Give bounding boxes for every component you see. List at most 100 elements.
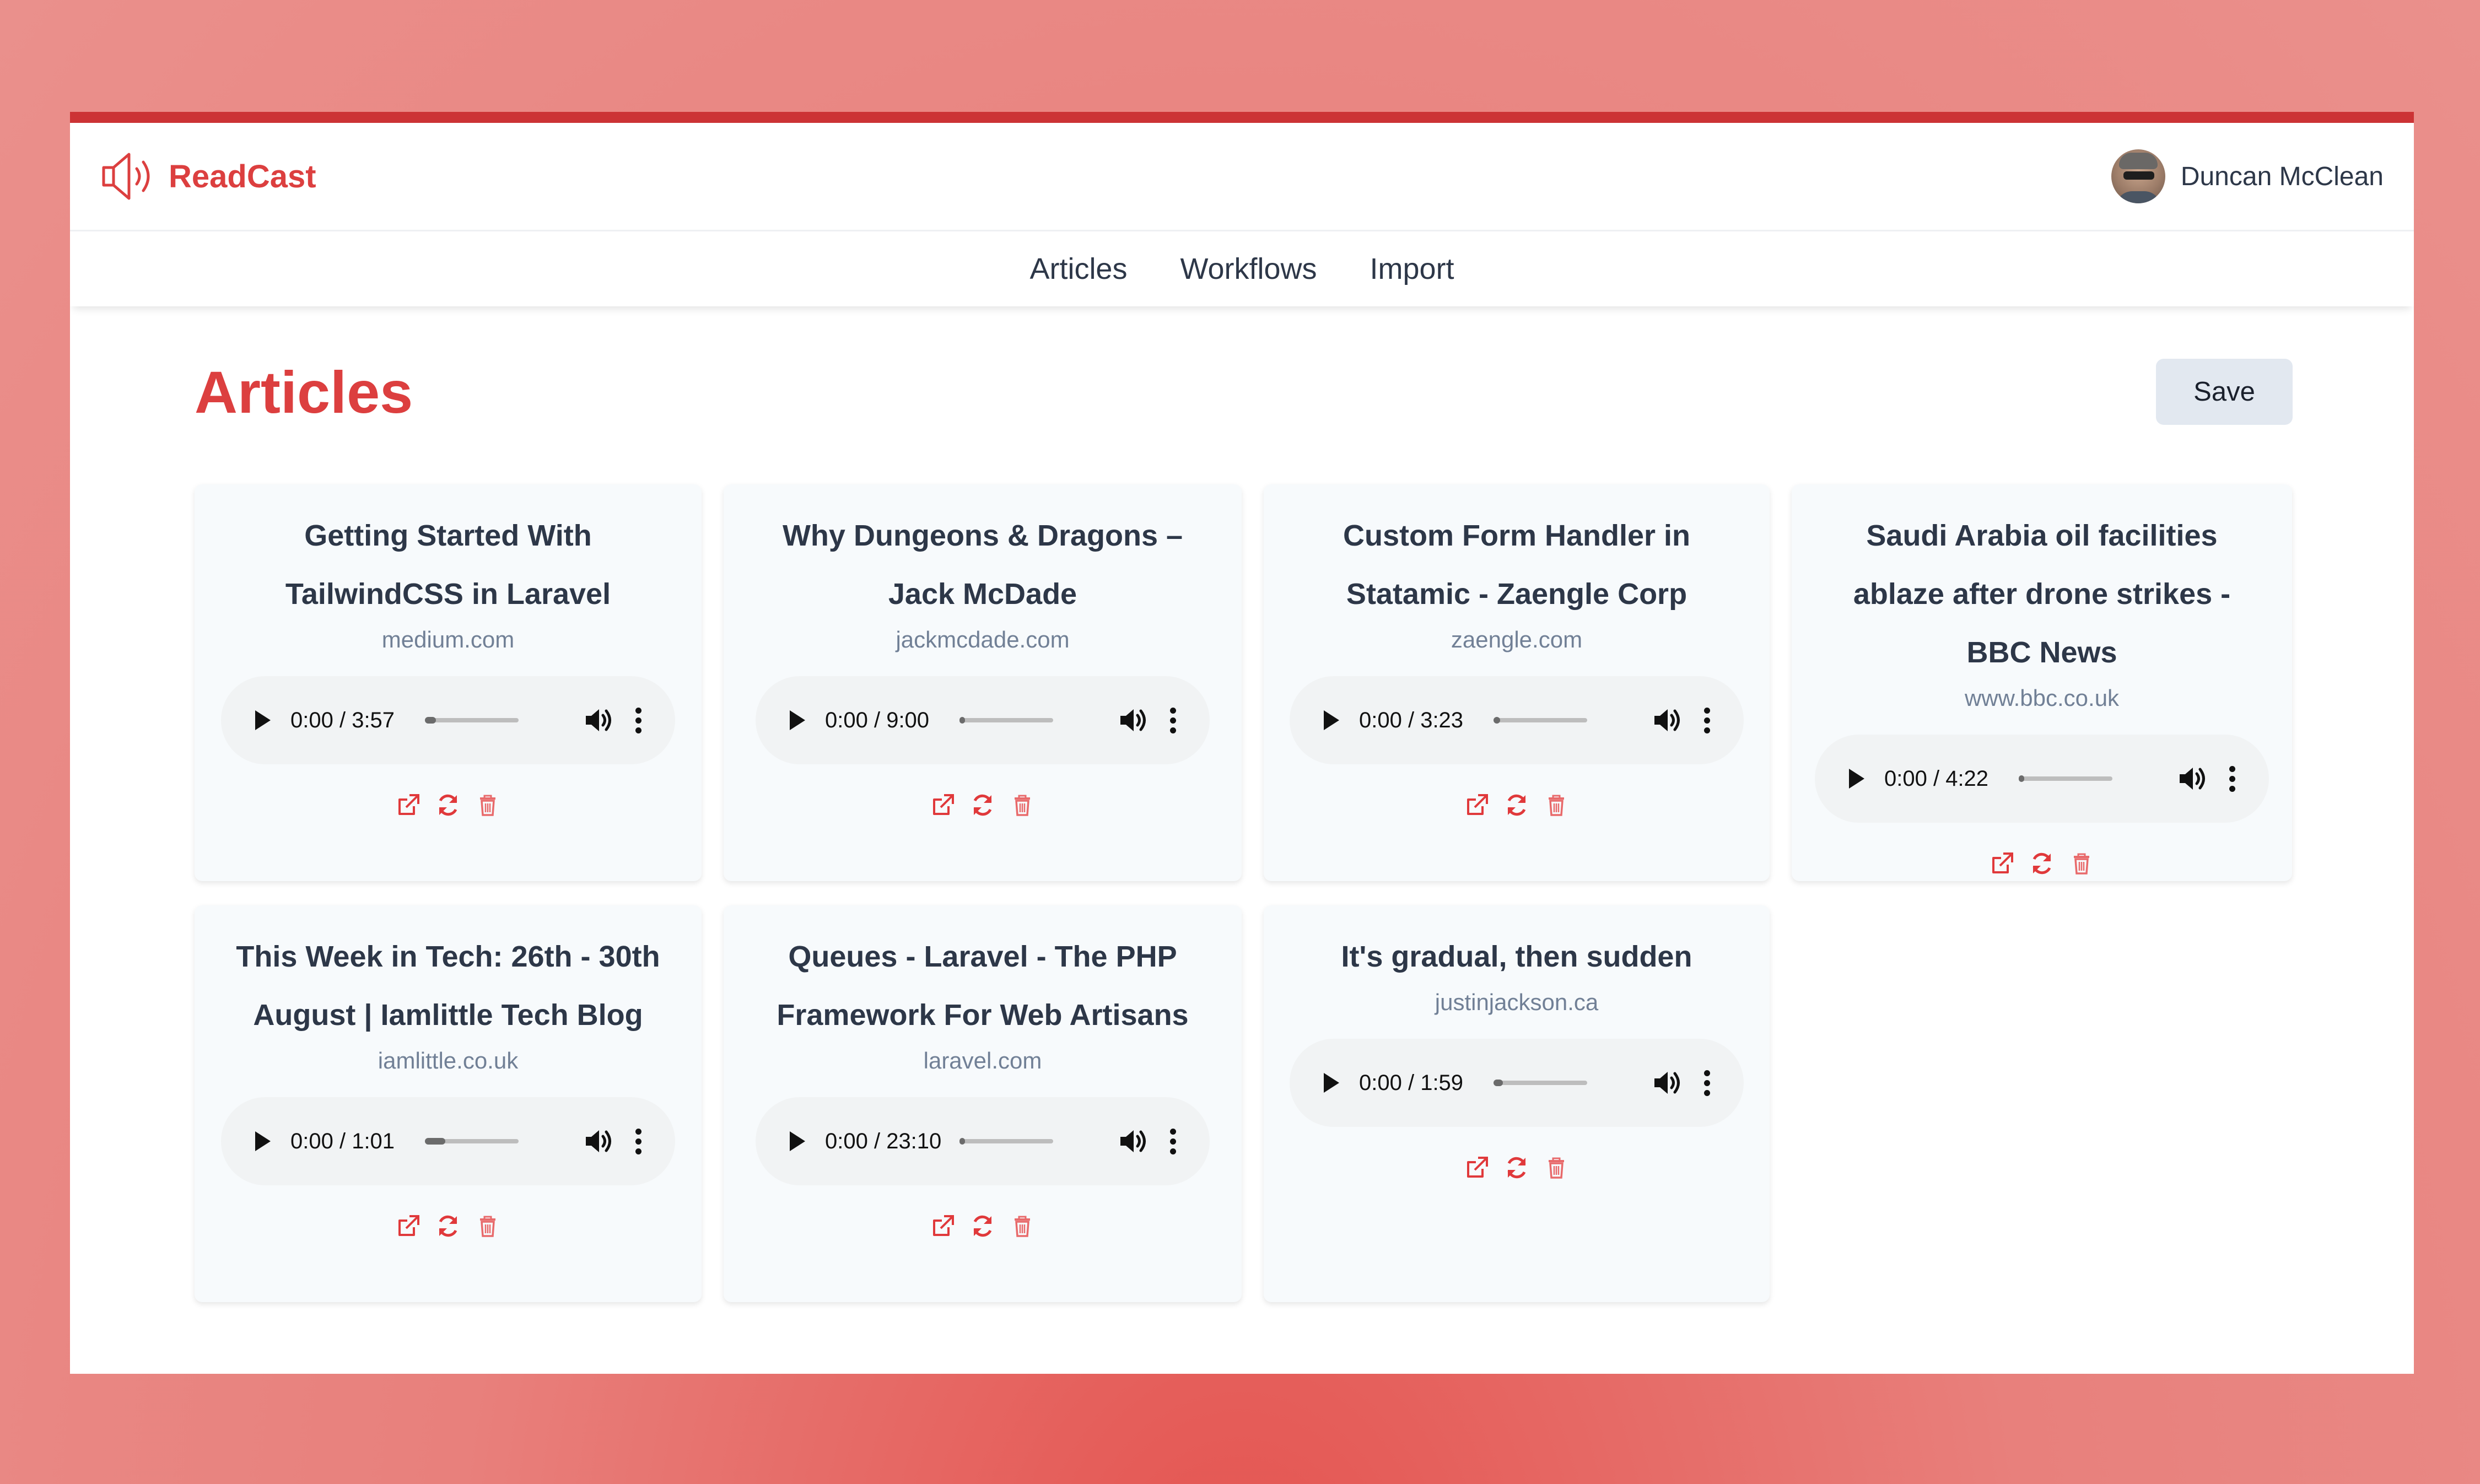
- play-icon[interactable]: [790, 1131, 805, 1151]
- seek-slider[interactable]: [959, 1138, 1053, 1145]
- seek-slider[interactable]: [425, 1138, 519, 1145]
- article-title: This Week in Tech: 26th - 30th August | …: [236, 940, 660, 1032]
- audio-time: 0:00 / 1:01: [290, 1129, 395, 1153]
- seek-slider[interactable]: [959, 717, 1053, 724]
- audio-player[interactable]: 0:00 / 23:10: [756, 1097, 1210, 1185]
- main-nav: Articles Workflows Import: [70, 231, 2414, 306]
- external-link-icon[interactable]: [1465, 793, 1489, 817]
- volume-icon[interactable]: [1118, 707, 1148, 733]
- volume-icon[interactable]: [1652, 707, 1682, 733]
- trash-icon[interactable]: [1544, 1156, 1568, 1180]
- volume-icon[interactable]: [1652, 1070, 1682, 1096]
- audio-player[interactable]: 0:00 / 3:23: [1290, 676, 1744, 764]
- seek-progress: [1494, 1080, 1503, 1086]
- play-icon[interactable]: [790, 710, 805, 730]
- external-link-icon[interactable]: [396, 1214, 420, 1238]
- play-icon[interactable]: [1324, 1073, 1339, 1093]
- save-button[interactable]: Save: [2156, 359, 2293, 425]
- article-title: Custom Form Handler in Statamic - Zaengl…: [1343, 519, 1691, 611]
- article-domain: justinjackson.ca: [1435, 989, 1599, 1015]
- volume-icon[interactable]: [584, 1128, 613, 1154]
- more-vertical-icon[interactable]: [635, 1128, 642, 1154]
- refresh-icon[interactable]: [1505, 1156, 1529, 1180]
- volume-icon[interactable]: [584, 707, 613, 733]
- trash-icon[interactable]: [476, 793, 500, 817]
- article-card: Custom Form Handler in Statamic - Zaengl…: [1264, 484, 1770, 881]
- external-link-icon[interactable]: [1465, 1156, 1489, 1180]
- more-vertical-icon[interactable]: [635, 707, 642, 733]
- trash-icon[interactable]: [1010, 1214, 1034, 1238]
- refresh-icon[interactable]: [436, 793, 460, 817]
- seek-slider[interactable]: [1494, 1080, 1587, 1086]
- article-actions: [1990, 851, 2094, 876]
- seek-slider[interactable]: [2019, 775, 2112, 782]
- more-vertical-icon[interactable]: [2229, 765, 2236, 792]
- article-domain: laravel.com: [923, 1048, 1042, 1073]
- app-name: ReadCast: [169, 158, 316, 195]
- audio-player[interactable]: 0:00 / 9:00: [756, 676, 1210, 764]
- article-title: It's gradual, then sudden: [1341, 940, 1692, 973]
- play-icon[interactable]: [255, 710, 271, 730]
- article-title: Queues - Laravel - The PHP Framework For…: [777, 940, 1189, 1032]
- refresh-icon[interactable]: [2030, 851, 2054, 876]
- seek-slider[interactable]: [425, 717, 519, 724]
- nav-workflows[interactable]: Workflows: [1180, 252, 1317, 286]
- page-title: Articles: [195, 358, 413, 425]
- nav-articles[interactable]: Articles: [1029, 252, 1127, 286]
- seek-slider[interactable]: [1494, 717, 1587, 724]
- refresh-icon[interactable]: [971, 1214, 995, 1238]
- volume-icon[interactable]: [1118, 1128, 1148, 1154]
- article-domain: www.bbc.co.uk: [1964, 685, 2120, 711]
- article-actions: [1465, 1156, 1568, 1180]
- seek-progress: [2019, 775, 2025, 782]
- audio-time: 0:00 / 23:10: [825, 1129, 942, 1153]
- audio-player[interactable]: 0:00 / 4:22: [1815, 735, 2269, 823]
- trash-icon[interactable]: [2069, 851, 2094, 876]
- play-icon[interactable]: [1849, 769, 1864, 789]
- top-bar: ReadCast Duncan McClean: [70, 123, 2414, 231]
- audio-time: 0:00 / 3:57: [290, 708, 395, 732]
- refresh-icon[interactable]: [436, 1214, 460, 1238]
- article-domain: jackmcdade.com: [896, 627, 1070, 652]
- volume-icon[interactable]: [2177, 765, 2207, 792]
- article-card: Why Dungeons & Dragons – Jack McDade jac…: [724, 484, 1242, 881]
- trash-icon[interactable]: [1544, 793, 1568, 817]
- brand[interactable]: ReadCast: [100, 150, 316, 203]
- audio-player[interactable]: 0:00 / 3:57: [221, 676, 675, 764]
- article-actions: [1465, 793, 1568, 817]
- trash-icon[interactable]: [1010, 793, 1034, 817]
- more-vertical-icon[interactable]: [1170, 707, 1177, 733]
- play-icon[interactable]: [1324, 710, 1339, 730]
- article-title: Why Dungeons & Dragons – Jack McDade: [782, 519, 1183, 611]
- article-actions: [931, 793, 1034, 817]
- play-icon[interactable]: [255, 1131, 271, 1151]
- user-name: Duncan McClean: [2180, 161, 2384, 191]
- external-link-icon[interactable]: [931, 793, 955, 817]
- more-vertical-icon[interactable]: [1704, 707, 1711, 733]
- trash-icon[interactable]: [476, 1214, 500, 1238]
- seek-progress: [1494, 717, 1500, 724]
- article-card: Getting Started With TailwindCSS in Lara…: [195, 484, 702, 881]
- article-card: Saudi Arabia oil facilities ablaze after…: [1792, 484, 2292, 881]
- seek-progress: [959, 1138, 966, 1145]
- article-title: Getting Started With TailwindCSS in Lara…: [285, 519, 611, 611]
- user-menu[interactable]: Duncan McClean: [2111, 149, 2384, 203]
- more-vertical-icon[interactable]: [1704, 1070, 1711, 1096]
- audio-player[interactable]: 0:00 / 1:59: [1290, 1039, 1744, 1127]
- main-content: Articles Save Getting Started With Tailw…: [70, 359, 2414, 1302]
- refresh-icon[interactable]: [971, 793, 995, 817]
- article-card: Queues - Laravel - The PHP Framework For…: [724, 905, 1242, 1302]
- nav-import[interactable]: Import: [1370, 252, 1454, 286]
- more-vertical-icon[interactable]: [1170, 1128, 1177, 1154]
- article-actions: [396, 1214, 500, 1238]
- article-domain: medium.com: [381, 627, 515, 652]
- external-link-icon[interactable]: [1990, 851, 2014, 876]
- article-domain: zaengle.com: [1451, 627, 1583, 652]
- external-link-icon[interactable]: [931, 1214, 955, 1238]
- refresh-icon[interactable]: [1505, 793, 1529, 817]
- audio-time: 0:00 / 1:59: [1359, 1070, 1464, 1095]
- seek-progress: [425, 717, 436, 724]
- speaker-logo-icon: [102, 153, 150, 200]
- audio-player[interactable]: 0:00 / 1:01: [221, 1097, 675, 1185]
- external-link-icon[interactable]: [396, 793, 420, 817]
